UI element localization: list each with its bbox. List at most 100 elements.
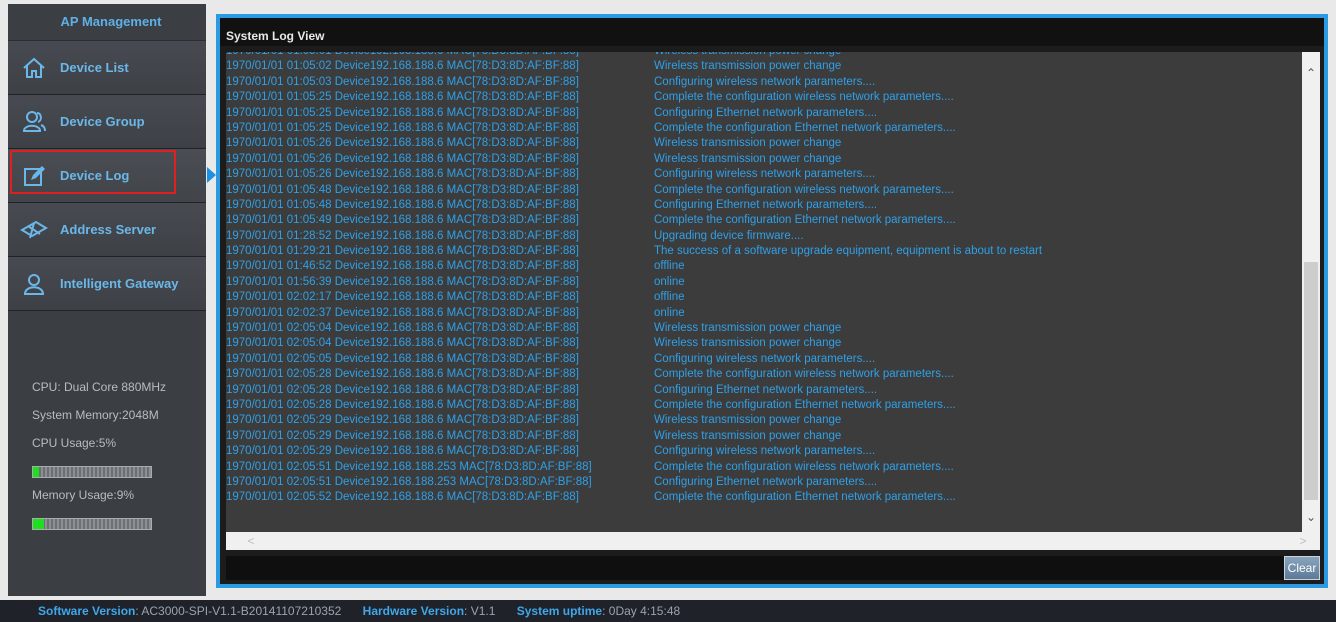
log-entry-message: online [654,275,685,288]
chevron-down-icon[interactable]: ⌄ [1302,508,1320,526]
user-icon [8,271,60,297]
log-entry: 1970/01/01 02:05:28 Device192.168.188.6 … [226,367,1042,382]
log-entry-message: offline [654,291,685,304]
log-entry-source: 1970/01/01 02:05:05 Device192.168.188.6 … [226,352,579,365]
log-entry-source: 1970/01/01 02:05:04 Device192.168.188.6 … [226,322,579,335]
log-entry: 1970/01/01 02:05:04 Device192.168.188.6 … [226,321,1042,336]
vertical-scrollbar[interactable]: ⌃ ⌄ [1302,52,1320,532]
chevron-up-icon[interactable]: ⌃ [1302,64,1320,82]
software-version-label: Software Version [38,604,136,618]
cpu-info: CPU: Dual Core 880MHz [32,380,167,394]
log-entry-source: 1970/01/01 02:05:29 Device192.168.188.6 … [226,414,579,427]
log-entry-source: 1970/01/01 01:05:02 Device192.168.188.6 … [226,60,579,73]
cpu-usage-bar [32,466,152,478]
sidebar-item-label: Address Server [60,222,157,237]
log-entry-message: Wireless transmission power change [654,152,842,165]
log-entry: 1970/01/01 01:05:26 Device192.168.188.6 … [226,167,1042,182]
satellite-icon [8,218,60,242]
cpu-usage-label: CPU Usage:5% [32,436,117,450]
log-entry-message: Configuring Ethernet network parameters.… [654,383,878,396]
log-entry-source: 1970/01/01 02:02:17 Device192.168.188.6 … [226,291,579,304]
panel-title: System Log View [220,18,1324,46]
log-entry-source: 1970/01/01 02:05:28 Device192.168.188.6 … [226,368,579,381]
log-entry-source: 1970/01/01 01:05:49 Device192.168.188.6 … [226,214,579,227]
log-entry-message: Upgrading device firmware.... [654,229,804,242]
log-entry: 1970/01/01 01:05:01 Device192.168.188.6 … [226,52,1042,59]
log-entry-source: 1970/01/01 02:05:51 Device192.168.188.25… [226,475,592,488]
log-entry-message: Configuring wireless network parameters.… [654,168,876,181]
sidebar-title: AP Management [8,4,206,41]
log-entry: 1970/01/01 02:05:05 Device192.168.188.6 … [226,352,1042,367]
sidebar-item-label: Device List [60,60,129,75]
status-footer: Software Version: AC3000-SPI-V1.1-B20141… [0,600,1336,622]
home-icon [8,55,60,81]
clear-button[interactable]: Clear [1284,556,1320,580]
log-entry: 1970/01/01 01:05:48 Device192.168.188.6 … [226,183,1042,198]
users-icon [8,109,60,135]
hardware-version-value: : V1.1 [464,604,496,618]
chevron-right-icon[interactable]: > [1294,532,1312,550]
log-entry-source: 1970/01/01 02:05:28 Device192.168.188.6 … [226,383,579,396]
log-entry-message: Configuring Ethernet network parameters.… [654,475,878,488]
sidebar-item-device-group[interactable]: Device Group [8,95,206,149]
log-entry: 1970/01/01 01:05:02 Device192.168.188.6 … [226,59,1042,74]
log-entry-message: Wireless transmission power change [654,52,841,59]
log-entry-message: Complete the configuration Ethernet netw… [654,491,956,504]
sidebar-item-address-server[interactable]: Address Server [8,203,206,257]
log-entry-source: 1970/01/01 01:05:48 Device192.168.188.6 … [226,183,579,196]
log-entry-message: Wireless transmission power change [654,337,842,350]
log-entry: 1970/01/01 02:05:28 Device192.168.188.6 … [226,383,1042,398]
log-entry-message: Configuring Ethernet network parameters.… [654,106,878,119]
log-entry-message: Wireless transmission power change [654,414,842,427]
sidebar-item-device-list[interactable]: Device List [8,41,206,95]
log-entry: 1970/01/01 02:05:29 Device192.168.188.6 … [226,444,1042,459]
log-entry: 1970/01/01 02:02:37 Device192.168.188.6 … [226,306,1042,321]
log-entry: 1970/01/01 01:56:39 Device192.168.188.6 … [226,275,1042,290]
log-entry-message: Complete the configuration wireless netw… [654,368,954,381]
log-entry-message: Wireless transmission power change [654,60,842,73]
log-entry-message: Configuring Ethernet network parameters.… [654,198,878,211]
sidebar-item-device-log[interactable]: Device Log [8,149,216,203]
log-entry-message: offline [654,260,685,273]
cpu-usage-fill [33,467,39,477]
log-entry-message: online [654,306,685,319]
active-arrow-icon [207,167,216,183]
log-entry-source: 1970/01/01 02:05:04 Device192.168.188.6 … [226,337,579,350]
log-entry: 1970/01/01 02:05:29 Device192.168.188.6 … [226,413,1042,428]
log-entry-message: Configuring wireless network parameters.… [654,75,876,88]
log-entry: 1970/01/01 01:05:25 Device192.168.188.6 … [226,106,1042,121]
selection-highlight [10,150,176,194]
sidebar-item-label: Intelligent Gateway [60,276,179,291]
log-panel: System Log View 1970/01/01 01:05:01 Devi… [216,14,1328,588]
log-entry: 1970/01/01 02:02:17 Device192.168.188.6 … [226,290,1042,305]
log-entry: 1970/01/01 02:05:51 Device192.168.188.25… [226,460,1042,475]
log-entry-source: 1970/01/01 02:05:52 Device192.168.188.6 … [226,491,579,504]
log-entry-message: The success of a software upgrade equipm… [654,245,1043,258]
log-entry-source: 1970/01/01 01:28:52 Device192.168.188.6 … [226,229,579,242]
horizontal-scrollbar[interactable]: < > [226,532,1320,550]
log-entry-message: Configuring wireless network parameters.… [654,352,876,365]
log-entry-source: 1970/01/01 01:46:52 Device192.168.188.6 … [226,260,579,273]
log-entry-message: Complete the configuration wireless netw… [654,183,954,196]
uptime-label: System uptime [516,604,603,618]
memory-usage-bar [32,518,152,530]
log-entry-source: 1970/01/01 01:05:01 Device192.168.188.6 … [226,52,654,59]
log-list: 1970/01/01 01:05:01 Device192.168.188.6 … [226,52,1042,506]
log-entry-message: Configuring wireless network parameters.… [654,445,876,458]
chevron-left-icon[interactable]: < [242,532,260,550]
log-entry: 1970/01/01 01:05:26 Device192.168.188.6 … [226,136,1042,151]
log-entry: 1970/01/01 01:05:25 Device192.168.188.6 … [226,90,1042,105]
log-entry-message: Wireless transmission power change [654,322,842,335]
log-entry-source: 1970/01/01 01:05:26 Device192.168.188.6 … [226,168,579,181]
log-entry-message: Wireless transmission power change [654,137,842,150]
log-entry: 1970/01/01 01:05:25 Device192.168.188.6 … [226,121,1042,136]
scroll-thumb[interactable] [1304,262,1318,500]
log-entry-source: 1970/01/01 01:05:26 Device192.168.188.6 … [226,152,579,165]
sidebar-item-intelligent-gateway[interactable]: Intelligent Gateway [8,257,206,311]
log-entry-source: 1970/01/01 01:05:03 Device192.168.188.6 … [226,75,579,88]
log-entry: 1970/01/01 01:05:26 Device192.168.188.6 … [226,152,1042,167]
log-entry-source: 1970/01/01 01:05:25 Device192.168.188.6 … [226,91,579,104]
log-view[interactable]: 1970/01/01 01:05:01 Device192.168.188.6 … [226,52,1302,532]
log-entry: 1970/01/01 01:29:21 Device192.168.188.6 … [226,244,1042,259]
memory-usage-label: Memory Usage:9% [32,488,135,502]
